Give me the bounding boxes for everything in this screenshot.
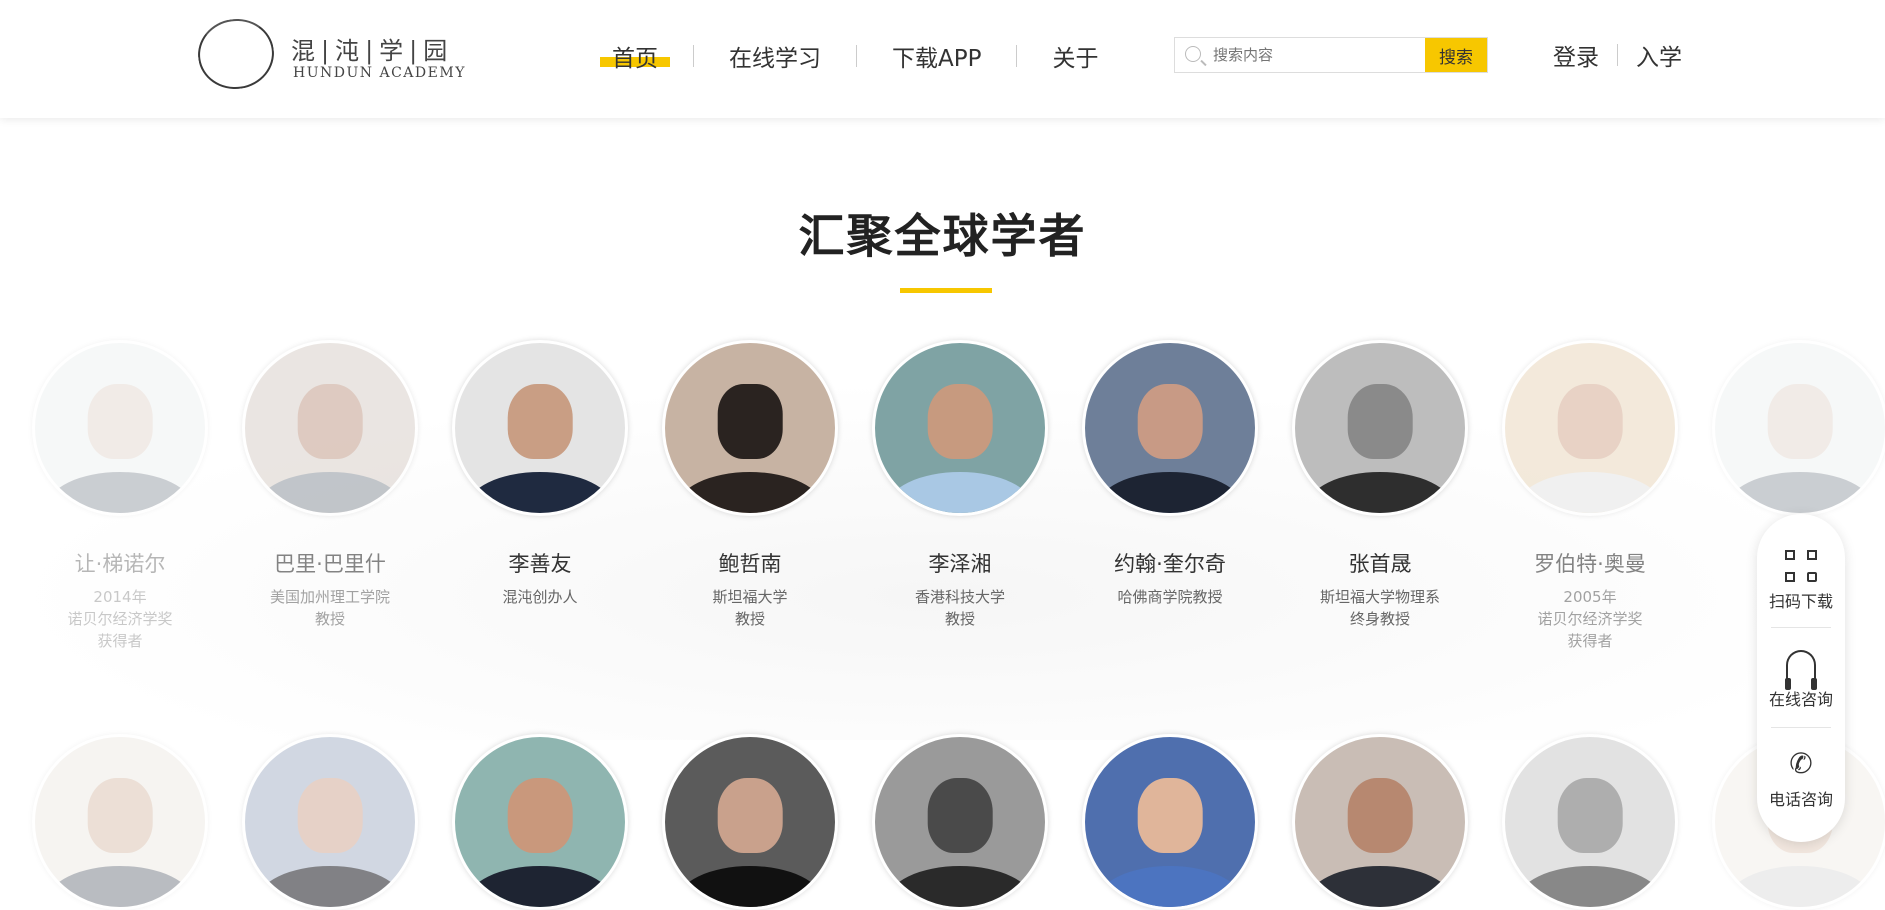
phone-consult-button[interactable]: ✆ 电话咨询 [1757, 748, 1845, 810]
search-button[interactable]: 搜索 [1425, 38, 1487, 72]
search-icon [1185, 46, 1201, 62]
scholar-name: 鲍哲南 [718, 552, 782, 576]
float-divider [1771, 627, 1831, 628]
scholar-card[interactable]: 罗伯特·奥曼 2005年 诺贝尔经济学奖 获得者 [1485, 340, 1695, 652]
scholar-card[interactable] [645, 734, 855, 910]
headset-icon [1785, 650, 1817, 690]
scholar-desc: 斯坦福大学 教授 [712, 588, 788, 628]
float-divider [1771, 727, 1831, 728]
float-label: 扫码下载 [1768, 592, 1833, 611]
scholar-card[interactable]: 让·梯诺尔 2014年 诺贝尔经济学奖 获得者 [15, 340, 225, 652]
scholar-desc: 哈佛商学院教授 [1117, 588, 1223, 606]
scholar-photo [1502, 734, 1678, 910]
scholar-name: 巴里·巴里什 [274, 552, 386, 576]
scholar-photo [872, 340, 1048, 516]
float-label: 在线咨询 [1768, 690, 1833, 709]
floating-contact-panel: 扫码下载 在线咨询 ✆ 电话咨询 [1757, 514, 1845, 842]
scholar-card[interactable]: 张首晟 斯坦福大学物理系 终身教授 [1275, 340, 1485, 630]
scholar-photo [32, 734, 208, 910]
scholar-photo [1082, 340, 1258, 516]
logo-english-text: HUNDUN ACADEMY [293, 65, 466, 81]
scholar-card[interactable]: 巴里·巴里什 美国加州理工学院 教授 [225, 340, 435, 630]
scholar-desc: 香港科技大学 教授 [914, 588, 1005, 628]
site-header: 混|沌|学|园 HUNDUN ACADEMY 首页 在线学习 下载APP 关于 … [0, 0, 1885, 118]
scholar-card[interactable] [225, 734, 435, 910]
nav-home[interactable]: 首页 [600, 39, 670, 73]
scholar-photo [32, 340, 208, 516]
scholar-name: 让·梯诺尔 [74, 552, 166, 576]
scholar-name: 张首晟 [1348, 552, 1412, 576]
nav-divider [856, 45, 857, 67]
scholar-photo [1082, 734, 1258, 910]
scholar-photo [1502, 340, 1678, 516]
section-title: 汇聚全球学者 [798, 209, 1087, 263]
scholar-card[interactable] [435, 734, 645, 910]
scholar-desc: 2014年 诺贝尔经济学奖 获得者 [67, 588, 173, 650]
scholar-photo [662, 734, 838, 910]
scholar-card[interactable] [1485, 734, 1695, 910]
nav-online-learning[interactable]: 在线学习 [717, 39, 833, 73]
scholar-name: 李善友 [508, 552, 572, 576]
scholar-photo [1292, 340, 1468, 516]
main-nav: 首页 在线学习 下载APP 关于 [600, 38, 1133, 74]
scholar-card[interactable]: 李泽湘 香港科技大学 教授 [855, 340, 1065, 630]
logo-circle-icon [193, 14, 279, 94]
scholar-photo [1292, 734, 1468, 910]
scholar-card[interactable]: 鲍哲南 斯坦福大学 教授 [645, 340, 855, 630]
float-label: 电话咨询 [1768, 790, 1833, 809]
scan-download-button[interactable]: 扫码下载 [1757, 550, 1845, 612]
scholar-photo [662, 340, 838, 516]
scholar-name: 李泽湘 [928, 552, 992, 576]
search-box: 搜索 [1174, 37, 1488, 73]
nav-divider [1016, 45, 1018, 67]
scholar-desc: 混沌创办人 [502, 588, 578, 606]
logo-chinese-text: 混|沌|学|园 [291, 37, 454, 65]
auth-divider [1617, 44, 1618, 66]
nav-about[interactable]: 关于 [1040, 39, 1110, 73]
hundun-academy-logo[interactable]: 混|沌|学|园 HUNDUN ACADEMY [193, 14, 468, 94]
title-underline [900, 288, 992, 293]
scholar-card[interactable] [855, 734, 1065, 910]
scholar-desc: 美国加州理工学院 教授 [269, 588, 390, 628]
scholar-card[interactable] [15, 734, 225, 910]
scholar-photo [452, 734, 628, 910]
scholar-card[interactable] [1065, 734, 1275, 910]
phone-icon: ✆ [1789, 747, 1813, 780]
scholar-photo [452, 340, 628, 516]
scholar-photo [872, 734, 1048, 910]
scholar-name: 约翰·奎尔奇 [1114, 552, 1226, 576]
scholar-desc: 斯坦福大学物理系 终身教授 [1319, 588, 1440, 628]
nav-divider [693, 45, 694, 67]
auth-links: 登录 入学 [1553, 38, 1682, 72]
nav-download-app[interactable]: 下载APP [880, 39, 993, 73]
scholar-card[interactable]: 约翰·奎尔奇 哈佛商学院教授 [1065, 340, 1275, 608]
scholar-name: 罗伯特·奥曼 [1534, 552, 1646, 576]
search-input[interactable] [1175, 38, 1425, 72]
scholar-photo [242, 340, 418, 516]
enroll-link[interactable]: 入学 [1636, 38, 1682, 72]
scholar-photo [242, 734, 418, 910]
online-consult-button[interactable]: 在线咨询 [1757, 650, 1845, 710]
scholar-photo [1712, 340, 1885, 516]
login-link[interactable]: 登录 [1553, 38, 1599, 72]
scholar-card[interactable] [1275, 734, 1485, 910]
scholar-card[interactable]: 李善友 混沌创办人 [435, 340, 645, 608]
qr-code-icon [1785, 550, 1817, 582]
scholar-desc: 2005年 诺贝尔经济学奖 获得者 [1537, 588, 1643, 650]
